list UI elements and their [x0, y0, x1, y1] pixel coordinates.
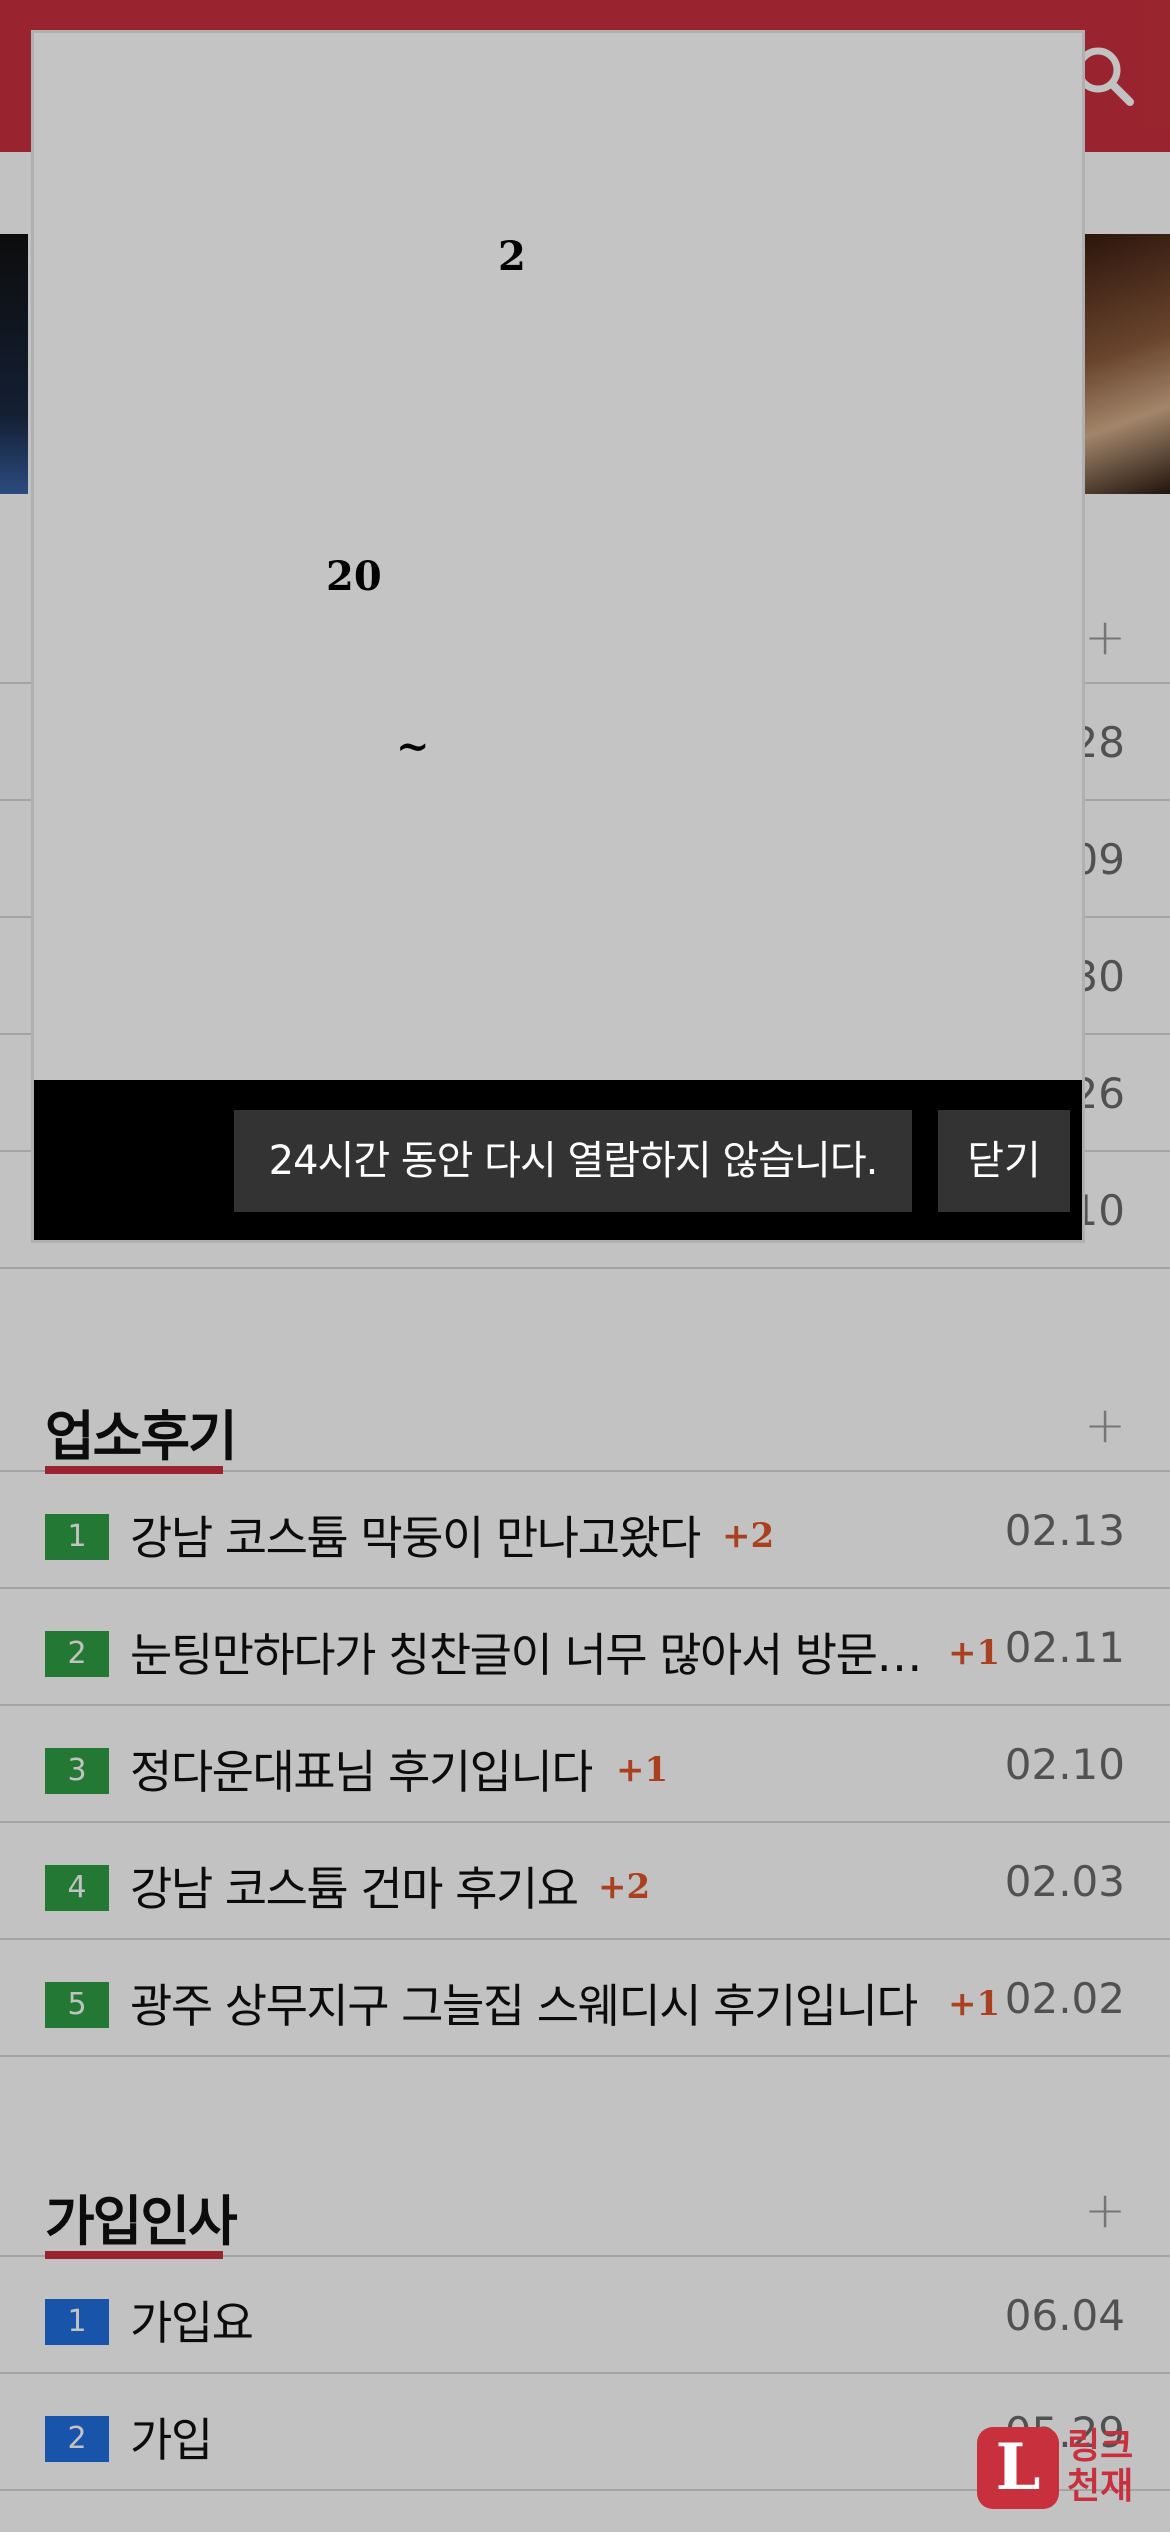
- logo-text-line: 천재: [1067, 2466, 1134, 2507]
- site-logo[interactable]: L 링크 천재: [975, 2425, 1145, 2515]
- logo-badge: L: [977, 2427, 1059, 2509]
- logo-text-line: 링크: [1067, 2426, 1134, 2467]
- logo-text: 링크 천재: [1067, 2427, 1147, 2507]
- popup-text-line: 2: [498, 233, 526, 280]
- dismiss-24h-button[interactable]: 24시간 동안 다시 열람하지 않습니다.: [234, 1110, 912, 1212]
- close-button[interactable]: 닫기: [938, 1110, 1070, 1212]
- notice-popup: 2 20 ~ 24시간 동안 다시 열람하지 않습니다. 닫기: [31, 30, 1085, 1243]
- popup-footer: 24시간 동안 다시 열람하지 않습니다. 닫기: [34, 1080, 1082, 1240]
- popup-text-line: ~: [396, 723, 430, 770]
- popup-text-line: 20: [326, 553, 382, 600]
